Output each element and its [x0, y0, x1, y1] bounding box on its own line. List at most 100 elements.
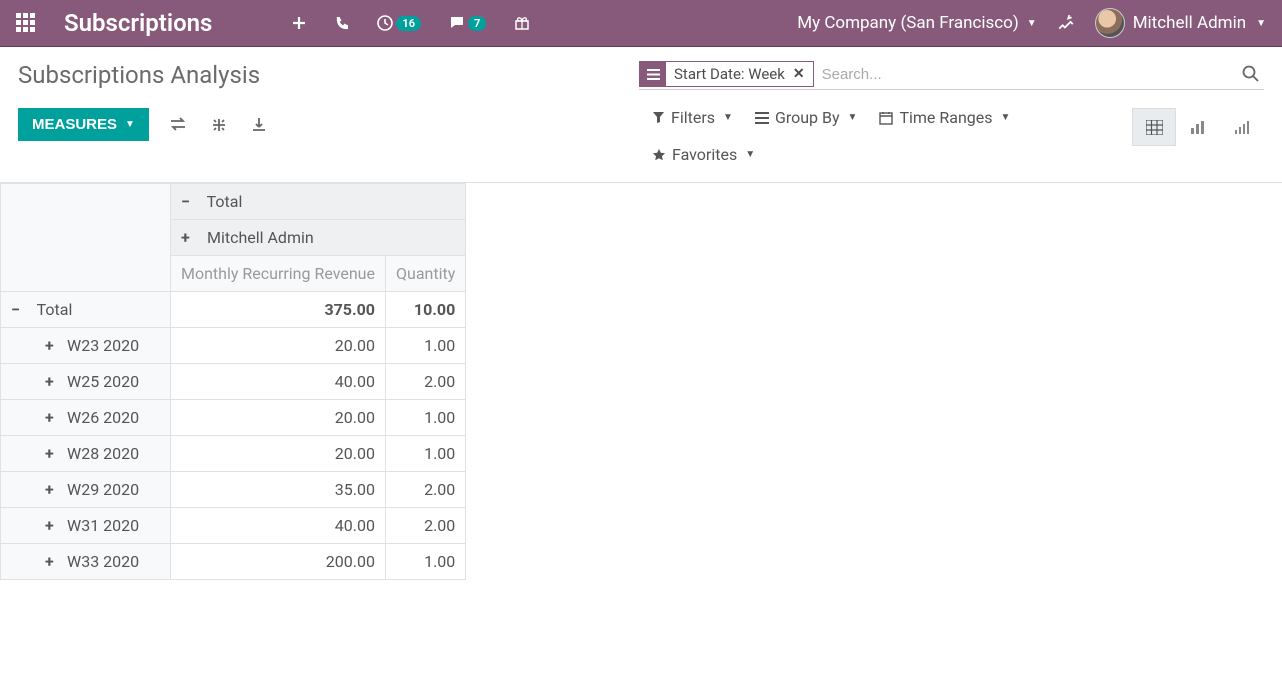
search-box: Start Date: Week ✕ — [639, 61, 1264, 90]
cell: 2.00 — [385, 508, 465, 544]
timeranges-label: Time Ranges — [899, 108, 992, 127]
phone-icon[interactable] — [334, 16, 349, 31]
plus-icon: + — [45, 552, 59, 571]
cell: 200.00 — [171, 544, 386, 580]
gift-icon[interactable] — [514, 15, 530, 31]
row-header[interactable]: + W31 2020 — [1, 508, 171, 544]
row-total-label: Total — [37, 300, 73, 319]
expand-all-icon[interactable] — [211, 117, 227, 133]
row-header-total[interactable]: − Total — [1, 292, 171, 328]
caret-down-icon: ▼ — [1027, 18, 1037, 29]
row-label: W29 2020 — [67, 480, 139, 499]
download-xlsx-icon[interactable] — [251, 117, 267, 133]
graph-view-button[interactable] — [1176, 108, 1220, 146]
cell: 1.00 — [385, 436, 465, 472]
pivot-view-button[interactable] — [1132, 108, 1176, 146]
apps-menu-icon[interactable] — [16, 13, 36, 33]
cell: 40.00 — [171, 508, 386, 544]
row-header[interactable]: + W29 2020 — [1, 472, 171, 508]
minus-icon: − — [11, 300, 25, 319]
list-icon — [640, 62, 666, 86]
cell: 20.00 — [171, 436, 386, 472]
groupby-label: Group By — [775, 108, 840, 127]
row-label: W31 2020 — [67, 516, 139, 535]
search-input[interactable] — [814, 62, 1238, 87]
row-label: W28 2020 — [67, 444, 139, 463]
plus-icon: + — [45, 336, 59, 355]
row-header[interactable]: + W23 2020 — [1, 328, 171, 364]
col-header-group[interactable]: + Mitchell Admin — [171, 220, 466, 256]
control-panel: Subscriptions Analysis Start Date: Week … — [0, 47, 1282, 174]
measures-button[interactable]: MEASURES ▼ — [18, 108, 149, 141]
messages-badge: 7 — [468, 16, 486, 31]
caret-down-icon: ▼ — [848, 112, 858, 123]
new-record-icon[interactable] — [292, 16, 306, 30]
caret-down-icon: ▼ — [723, 112, 733, 123]
caret-down-icon: ▼ — [125, 119, 135, 130]
plus-icon: + — [45, 408, 59, 427]
calendar-icon — [879, 111, 893, 125]
cell: 20.00 — [171, 328, 386, 364]
row-label: W23 2020 — [67, 336, 139, 355]
cell: 20.00 — [171, 400, 386, 436]
plus-icon: + — [181, 228, 195, 247]
measure-header-qty[interactable]: Quantity — [385, 256, 465, 292]
messages-icon[interactable]: 7 — [449, 15, 486, 31]
cohort-view-button[interactable] — [1220, 108, 1264, 146]
page-title: Subscriptions Analysis — [18, 61, 260, 89]
company-selector[interactable]: My Company (San Francisco) ▼ — [797, 13, 1036, 33]
funnel-icon — [652, 111, 665, 124]
user-avatar — [1095, 8, 1125, 38]
row-header[interactable]: + W33 2020 — [1, 544, 171, 580]
plus-icon: + — [45, 480, 59, 499]
minus-icon: − — [181, 192, 195, 211]
pivot-table: − Total + Mitchell Admin Monthly Recurri… — [0, 183, 466, 580]
measures-label: MEASURES — [32, 116, 117, 133]
pivot-corner — [1, 184, 171, 292]
search-icon[interactable] — [1238, 65, 1264, 83]
star-icon — [652, 148, 666, 162]
list-icon — [755, 112, 769, 124]
row-header[interactable]: +W26 2020 — [1, 400, 171, 436]
user-menu[interactable]: Mitchell Admin ▼ — [1095, 8, 1266, 38]
plus-icon: + — [45, 372, 59, 391]
facet-remove[interactable]: ✕ — [793, 66, 813, 82]
col-group-label: Mitchell Admin — [207, 228, 314, 247]
debug-icon[interactable] — [1057, 14, 1075, 32]
plus-icon: + — [45, 444, 59, 463]
cell: 35.00 — [171, 472, 386, 508]
cell: 2.00 — [385, 364, 465, 400]
cell-total-mrr: 375.00 — [171, 292, 386, 328]
timeranges-menu[interactable]: Time Ranges ▼ — [879, 108, 1010, 127]
favorites-menu[interactable]: Favorites ▼ — [652, 145, 755, 164]
cell: 1.00 — [385, 400, 465, 436]
measure-header-mrr[interactable]: Monthly Recurring Revenue — [171, 256, 386, 292]
activities-icon[interactable]: 16 — [377, 15, 421, 31]
row-header[interactable]: + W28 2020 — [1, 436, 171, 472]
flip-axis-icon[interactable] — [169, 117, 187, 133]
facet-label: Start Date: Week — [666, 65, 793, 83]
cell: 1.00 — [385, 544, 465, 580]
filters-label: Filters — [671, 108, 715, 127]
user-name: Mitchell Admin — [1133, 13, 1246, 33]
filters-menu[interactable]: Filters ▼ — [652, 108, 733, 127]
favorites-label: Favorites — [672, 145, 737, 164]
search-facet[interactable]: Start Date: Week ✕ — [639, 61, 814, 87]
col-header-total[interactable]: − Total — [171, 184, 466, 220]
cell: 40.00 — [171, 364, 386, 400]
cell: 1.00 — [385, 328, 465, 364]
activities-badge: 16 — [396, 16, 421, 31]
caret-down-icon: ▼ — [745, 149, 755, 160]
groupby-menu[interactable]: Group By ▼ — [755, 108, 858, 127]
row-label: W33 2020 — [67, 552, 139, 571]
plus-icon: + — [45, 516, 59, 535]
company-name: My Company (San Francisco) — [797, 13, 1019, 33]
caret-down-icon: ▼ — [1001, 112, 1011, 123]
col-total-label: Total — [207, 192, 243, 211]
app-brand[interactable]: Subscriptions — [64, 9, 212, 37]
caret-down-icon: ▼ — [1256, 18, 1266, 29]
row-header[interactable]: + W25 2020 — [1, 364, 171, 400]
cell: 2.00 — [385, 472, 465, 508]
cell-total-qty: 10.00 — [385, 292, 465, 328]
row-label: W25 2020 — [67, 372, 139, 391]
